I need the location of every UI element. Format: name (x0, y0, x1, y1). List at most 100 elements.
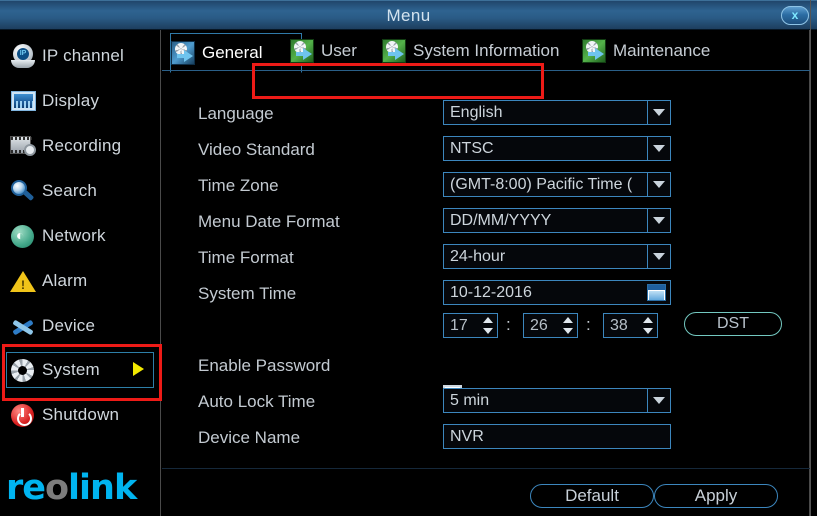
reolink-logo: reolink (6, 468, 156, 508)
chevron-down-icon[interactable] (647, 209, 670, 232)
sidebar: IP IP channel Display Recording Search ◐ (0, 30, 161, 516)
system-date-value: 10-12-2016 (450, 283, 532, 301)
network-icon: ◐ (6, 221, 40, 251)
time-zone-label: Time Zone (198, 176, 279, 195)
hour-stepper-buttons[interactable] (481, 314, 497, 337)
tab-user[interactable]: User (290, 32, 357, 70)
system-time-label: System Time (198, 284, 297, 303)
second-value: 38 (610, 316, 628, 334)
time-zone-value: (GMT-8:00) Pacific Time ( (450, 175, 633, 193)
tab-label: System Information (413, 41, 560, 60)
alarm-icon: ! (6, 266, 40, 296)
second-stepper[interactable]: 38 (603, 313, 658, 338)
time-format-value: 24-hour (450, 247, 506, 265)
chevron-down-icon[interactable] (647, 245, 670, 268)
logo-part-2: link (68, 468, 137, 508)
sidebar-item-shutdown[interactable]: Shutdown (0, 395, 160, 435)
video-standard-select[interactable]: NTSC (443, 136, 671, 161)
device-icon (6, 311, 40, 341)
apply-button[interactable]: Apply (654, 484, 778, 508)
language-label: Language (198, 104, 274, 123)
gear-arrow-icon (171, 41, 195, 65)
sidebar-item-label: Search (42, 181, 98, 200)
enable-password-label: Enable Password (198, 356, 331, 375)
auto-lock-time-value: 5 min (450, 391, 490, 409)
auto-lock-time-select[interactable]: 5 min (443, 388, 671, 413)
stepper-down-icon[interactable] (563, 328, 573, 334)
close-icon[interactable]: x (781, 6, 809, 25)
chevron-down-icon[interactable] (647, 173, 670, 196)
window-right-border (810, 0, 811, 516)
title-bar: Menu x (0, 0, 817, 30)
video-standard-value: NTSC (450, 139, 494, 157)
stepper-up-icon[interactable] (643, 317, 653, 323)
menu-date-format-label: Menu Date Format (198, 212, 340, 231)
gear-arrow-icon (382, 39, 406, 63)
sidebar-item-label: IP channel (42, 46, 125, 65)
tab-label: General (202, 43, 263, 62)
tab-system-information[interactable]: System Information (382, 32, 559, 70)
tab-bar: General User System Information Maintena… (162, 32, 810, 73)
hour-stepper[interactable]: 17 (443, 313, 498, 338)
tab-maintenance[interactable]: Maintenance (582, 32, 710, 70)
device-name-label: Device Name (198, 428, 301, 447)
page-title: Menu (386, 6, 431, 25)
minute-stepper[interactable]: 26 (523, 313, 578, 338)
sidebar-item-label: Alarm (42, 271, 88, 290)
device-name-value: NVR (450, 427, 484, 445)
stepper-up-icon[interactable] (483, 317, 493, 323)
time-separator: : (506, 315, 511, 334)
language-select[interactable]: English (443, 100, 671, 125)
sidebar-item-device[interactable]: Device (0, 306, 160, 346)
tab-label: User (321, 41, 357, 60)
tab-general[interactable]: General (170, 33, 302, 73)
sidebar-item-label: Shutdown (42, 405, 120, 424)
time-separator: : (586, 315, 591, 334)
sidebar-item-label: Device (42, 316, 96, 335)
time-zone-select[interactable]: (GMT-8:00) Pacific Time ( (443, 172, 671, 197)
sidebar-item-label: Display (42, 91, 100, 110)
content-panel: General User System Information Maintena… (162, 30, 810, 516)
video-standard-label: Video Standard (198, 140, 315, 159)
device-name-input[interactable]: NVR (443, 424, 671, 449)
sidebar-item-label: Recording (42, 136, 122, 155)
sidebar-item-recording[interactable]: Recording (0, 126, 160, 166)
display-icon (6, 86, 40, 116)
gear-icon (6, 355, 40, 385)
sidebar-item-label: Network (42, 226, 106, 245)
chevron-down-icon[interactable] (647, 101, 670, 124)
sidebar-item-network[interactable]: ◐ Network (0, 216, 160, 256)
chevron-down-icon[interactable] (647, 389, 670, 412)
second-stepper-buttons[interactable] (641, 314, 657, 337)
system-date-input[interactable]: 10-12-2016 (443, 280, 671, 305)
sidebar-item-display[interactable]: Display (0, 81, 160, 121)
nvr-menu-window: Menu x IP IP channel Display Recording S… (0, 0, 817, 516)
menu-date-format-select[interactable]: DD/MM/YYYY (443, 208, 671, 233)
chevron-down-icon[interactable] (647, 137, 670, 160)
logo-part-o: o (45, 468, 69, 508)
stepper-down-icon[interactable] (483, 328, 493, 334)
gear-arrow-icon (290, 39, 314, 63)
time-format-label: Time Format (198, 248, 294, 267)
stepper-down-icon[interactable] (643, 328, 653, 334)
sidebar-item-search[interactable]: Search (0, 171, 160, 211)
dst-button[interactable]: DST (684, 312, 782, 336)
logo-part-1: re (6, 468, 46, 508)
sidebar-item-alarm[interactable]: ! Alarm (0, 261, 160, 301)
tab-underline (162, 70, 810, 71)
default-button[interactable]: Default (530, 484, 654, 508)
recording-icon (6, 131, 40, 161)
minute-stepper-buttons[interactable] (561, 314, 577, 337)
hour-value: 17 (450, 316, 468, 334)
time-format-select[interactable]: 24-hour (443, 244, 671, 269)
footer-divider (162, 468, 810, 469)
gear-arrow-icon (582, 39, 606, 63)
sidebar-item-ip-channel[interactable]: IP IP channel (0, 36, 160, 76)
stepper-up-icon[interactable] (563, 317, 573, 323)
menu-date-format-value: DD/MM/YYYY (450, 211, 552, 229)
minute-value: 26 (530, 316, 548, 334)
sidebar-item-system[interactable]: System (0, 350, 160, 390)
search-icon (6, 176, 40, 206)
calendar-icon[interactable] (647, 284, 666, 301)
language-value: English (450, 103, 503, 121)
